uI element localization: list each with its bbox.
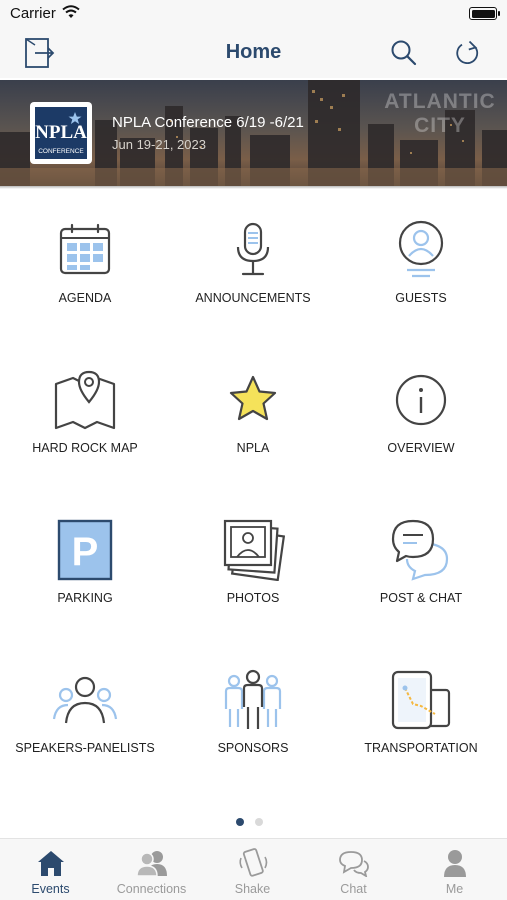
speakers-panelists-tile[interactable]: SPEAKERS-PANELISTS bbox=[1, 667, 169, 777]
page-dot-1[interactable] bbox=[236, 818, 244, 826]
refresh-icon bbox=[456, 40, 479, 64]
announcements-tile[interactable]: ANNOUNCEMENTS bbox=[169, 217, 337, 327]
event-dates: Jun 19-21, 2023 bbox=[112, 137, 206, 152]
map-pin-icon bbox=[52, 367, 118, 433]
sponsors-label: SPONSORS bbox=[217, 741, 289, 755]
overview-label: OVERVIEW bbox=[387, 441, 455, 455]
banner-divider bbox=[0, 186, 507, 189]
navigation-bar: Home bbox=[0, 28, 507, 78]
post-and-chat-label: POST & CHAT bbox=[379, 591, 463, 605]
tab-chat[interactable]: Chat bbox=[303, 839, 404, 900]
tab-shake[interactable]: Shake bbox=[202, 839, 303, 900]
info-icon bbox=[388, 367, 454, 433]
parking-tile[interactable]: P PARKING bbox=[1, 517, 169, 627]
tab-events[interactable]: Events bbox=[0, 839, 101, 900]
battery-icon bbox=[469, 7, 500, 20]
hard-rock-map-tile[interactable]: HARD ROCK MAP bbox=[1, 367, 169, 477]
tab-chat-label: Chat bbox=[340, 882, 367, 896]
chat-bubbles-icon bbox=[388, 517, 454, 583]
npla-label: NPLA bbox=[236, 441, 270, 455]
refresh-button[interactable] bbox=[451, 36, 485, 70]
guests-label: GUESTS bbox=[395, 291, 447, 305]
announcements-label: ANNOUNCEMENTS bbox=[195, 291, 311, 305]
logo-conference-text: CONFERENCE bbox=[38, 148, 84, 155]
hard-rock-map-label: HARD ROCK MAP bbox=[32, 441, 138, 455]
logo-npla-text: NPLA bbox=[35, 122, 87, 143]
wifi-icon bbox=[62, 5, 80, 24]
npla-tile[interactable]: NPLA bbox=[169, 367, 337, 477]
connections-icon bbox=[135, 848, 169, 878]
parking-label: PARKING bbox=[57, 591, 113, 605]
parking-icon: P bbox=[52, 517, 118, 583]
agenda-tile[interactable]: AGENDA bbox=[1, 217, 169, 327]
photos-label: PHOTOS bbox=[226, 591, 280, 605]
agenda-label: AGENDA bbox=[58, 291, 112, 305]
chat-icon bbox=[337, 848, 371, 878]
person-icon bbox=[438, 848, 472, 878]
status-bar: Carrier bbox=[0, 0, 507, 28]
atlantic-city-watermark: ATLANTIC CITY bbox=[384, 90, 496, 137]
sponsors-tile[interactable]: SPONSORS bbox=[169, 667, 337, 777]
speakers-panelists-label: SPEAKERS-PANELISTS bbox=[15, 741, 155, 755]
photos-icon bbox=[220, 517, 286, 583]
tab-bar: Events Connections Shake Chat Me bbox=[0, 838, 507, 900]
sponsors-icon bbox=[220, 667, 286, 733]
shake-phone-icon bbox=[236, 848, 270, 878]
tab-shake-label: Shake bbox=[234, 882, 271, 896]
house-icon bbox=[34, 848, 68, 878]
tab-connections[interactable]: Connections bbox=[101, 839, 202, 900]
star-icon bbox=[220, 367, 286, 433]
post-and-chat-tile[interactable]: POST & CHAT bbox=[337, 517, 505, 627]
page-indicator[interactable] bbox=[236, 818, 263, 826]
search-icon bbox=[391, 40, 417, 66]
search-button[interactable] bbox=[387, 36, 421, 70]
transportation-map-icon bbox=[388, 667, 454, 733]
transportation-tile[interactable]: TRANSPORTATION bbox=[337, 667, 505, 777]
svg-text:P: P bbox=[72, 530, 99, 574]
carrier-label: Carrier bbox=[10, 5, 56, 22]
tab-events-label: Events bbox=[31, 882, 70, 896]
guests-tile[interactable]: GUESTS bbox=[337, 217, 505, 327]
calendar-icon bbox=[52, 217, 118, 283]
people-group-icon bbox=[52, 667, 118, 733]
tab-me-label: Me bbox=[445, 882, 464, 896]
tab-me[interactable]: Me bbox=[404, 839, 505, 900]
photos-tile[interactable]: PHOTOS bbox=[169, 517, 337, 627]
event-name: NPLA Conference 6/19 -6/21 bbox=[112, 114, 304, 131]
microphone-icon bbox=[220, 217, 286, 283]
tab-connections-label: Connections bbox=[116, 882, 187, 896]
conference-logo: NPLA CONFERENCE bbox=[30, 102, 92, 164]
page-title: Home bbox=[225, 41, 282, 63]
page-dot-2[interactable] bbox=[255, 818, 263, 826]
transportation-label: TRANSPORTATION bbox=[364, 741, 478, 755]
overview-tile[interactable]: OVERVIEW bbox=[337, 367, 505, 477]
guest-profile-icon bbox=[388, 217, 454, 283]
